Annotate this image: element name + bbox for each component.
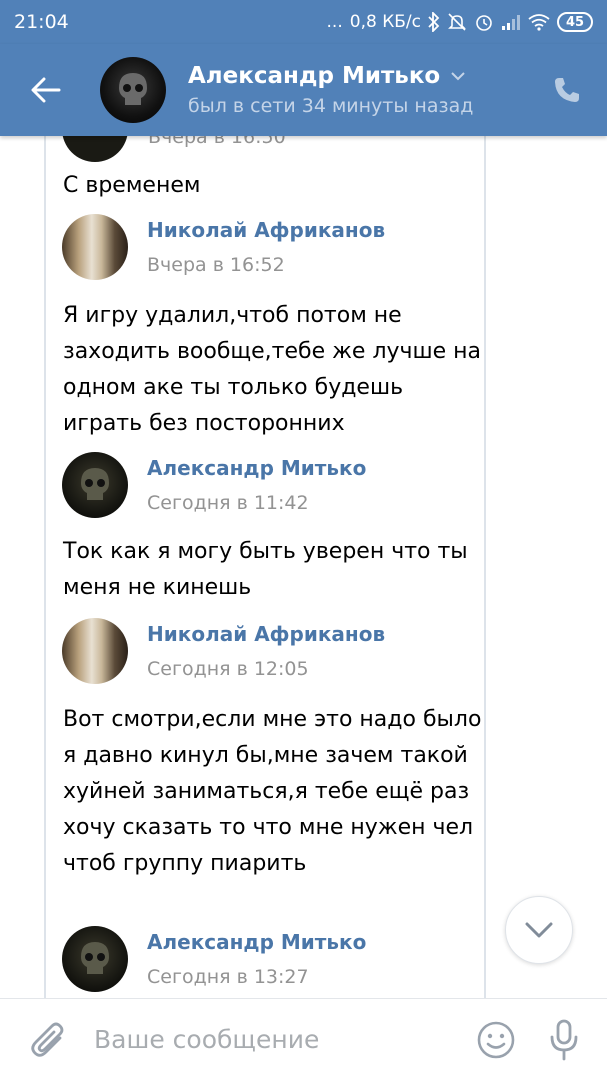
avatar[interactable] <box>62 618 128 684</box>
chat-header: Александр Митько был в сети 34 минуты на… <box>0 44 607 136</box>
message-list[interactable]: Вчера в 16:50 С временем Николай Африкан… <box>0 136 607 998</box>
network-speed: 0,8 КБ/с <box>349 12 421 32</box>
message-author[interactable]: Александр Митько Сегодня в 13:27 <box>62 926 366 992</box>
message-author[interactable]: Николай Африканов Сегодня в 12:05 <box>62 618 385 684</box>
author-name[interactable]: Александр Митько <box>147 930 366 954</box>
microphone-icon <box>550 1019 578 1060</box>
header-avatar[interactable] <box>100 57 166 123</box>
message-text: Я игру удалил,чтоб потом не заходить воо… <box>63 303 482 436</box>
contact-name: Александр Митько <box>188 63 441 89</box>
skull-icon <box>119 73 147 105</box>
author-name[interactable]: Николай Африканов <box>147 622 385 646</box>
message-author[interactable]: Николай Африканов Вчера в 16:52 <box>62 214 385 280</box>
message-time: Вчера в 16:52 <box>147 254 285 276</box>
status-dots: ... <box>326 12 343 32</box>
message-time: Сегодня в 11:42 <box>147 492 309 514</box>
wifi-icon <box>528 13 550 31</box>
smile-icon <box>477 1021 515 1058</box>
skull-icon <box>81 942 109 974</box>
phone-icon <box>555 78 579 102</box>
forward-border-left <box>44 136 46 998</box>
call-button[interactable] <box>537 60 597 120</box>
message-time: Сегодня в 13:27 <box>147 966 309 988</box>
arrow-left-icon <box>31 77 61 103</box>
mute-icon <box>447 12 467 32</box>
forward-border-right <box>484 136 486 998</box>
header-info[interactable]: Александр Митько был в сети 34 минуты на… <box>188 63 537 117</box>
avatar[interactable] <box>62 926 128 992</box>
author-meta: Александр Митько Сегодня в 11:42 <box>147 456 366 514</box>
message-input[interactable] <box>94 1025 471 1054</box>
avatar[interactable] <box>62 214 128 280</box>
battery-icon: 45 <box>557 12 593 32</box>
avatar[interactable] <box>62 452 128 518</box>
message-author[interactable]: Александр Митько Сегодня в 11:42 <box>62 452 366 518</box>
message-text: С временем <box>63 173 201 198</box>
message-input-bar <box>0 998 607 1080</box>
skull-icon <box>81 468 109 500</box>
message-time: Вчера в 16:50 <box>148 136 286 148</box>
author-name[interactable]: Александр Митько <box>147 456 366 480</box>
contact-status: был в сети 34 минуты назад <box>188 95 474 117</box>
alarm-icon <box>474 12 494 32</box>
message-text: Ток как я могу быть уверен что ты меня н… <box>63 539 468 600</box>
author-meta: Александр Митько Сегодня в 13:27 <box>147 930 366 988</box>
message-text: Вот смотри,если мне это надо было я давн… <box>63 707 482 876</box>
status-icons: ... 0,8 КБ/с 45 <box>327 12 593 32</box>
paperclip-icon <box>31 1022 64 1057</box>
voice-button[interactable] <box>539 1015 589 1065</box>
avatar[interactable] <box>62 136 128 162</box>
author-meta: Николай Африканов Сегодня в 12:05 <box>147 622 385 680</box>
bluetooth-icon <box>428 12 440 32</box>
emoji-button[interactable] <box>471 1015 521 1065</box>
header-name-row[interactable]: Александр Митько <box>188 63 537 89</box>
author-name[interactable]: Николай Африканов <box>147 218 385 242</box>
back-button[interactable] <box>0 44 92 136</box>
author-meta: Николай Африканов Вчера в 16:52 <box>147 218 385 276</box>
chevron-down-icon <box>451 72 465 81</box>
scroll-down-button[interactable] <box>505 896 573 964</box>
status-bar: 21:04 ... 0,8 КБ/с 45 <box>0 0 607 44</box>
signal-icon <box>501 13 521 31</box>
status-time: 21:04 <box>14 11 69 33</box>
attach-button[interactable] <box>16 1008 80 1072</box>
chevron-down-icon <box>525 922 553 938</box>
message-time: Сегодня в 12:05 <box>147 658 309 680</box>
